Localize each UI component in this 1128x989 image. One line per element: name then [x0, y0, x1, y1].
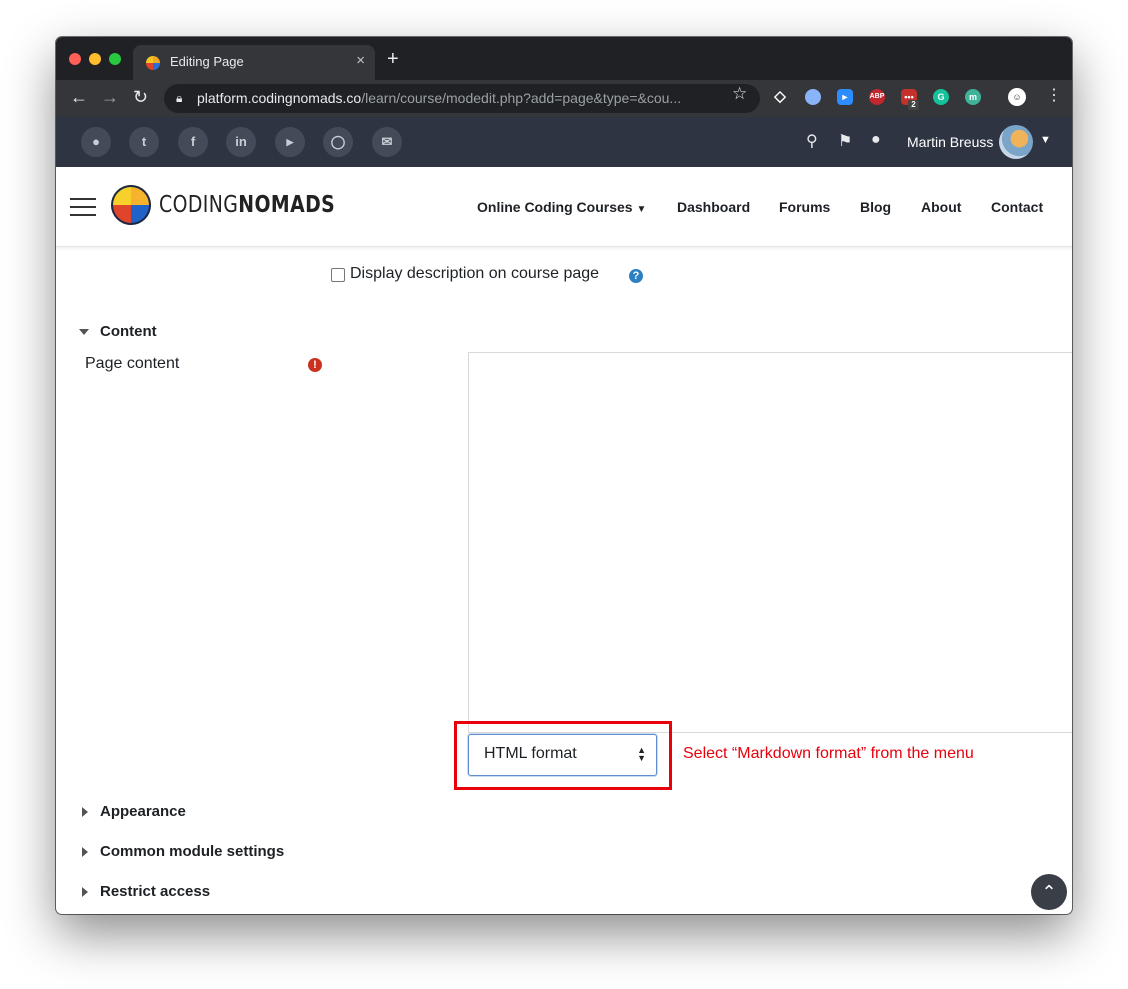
nav-dashboard[interactable]: Dashboard: [677, 199, 750, 215]
m-extension-icon[interactable]: m: [965, 89, 981, 105]
chevron-up-icon: ⌃: [1041, 882, 1057, 902]
restrict-access-caret-icon[interactable]: [82, 887, 88, 897]
tab-strip: Editing Page × +: [56, 37, 1072, 80]
extension-badge: 2: [908, 100, 919, 110]
instagram-icon[interactable]: ◯: [323, 127, 353, 157]
logo-text-light: CODING: [159, 192, 239, 218]
site-navbar: CODINGNOMADS Online Coding Courses ▼ Das…: [56, 167, 1072, 247]
nav-link-label: Online Coding Courses: [477, 199, 633, 215]
user-menu-caret-icon[interactable]: ▼: [1040, 134, 1051, 146]
close-window-button[interactable]: [69, 53, 81, 65]
nav-about[interactable]: About: [921, 199, 961, 215]
avatar[interactable]: [999, 125, 1033, 159]
tab-close-icon[interactable]: ×: [356, 52, 365, 69]
profile-icon[interactable]: ☺: [1008, 88, 1026, 106]
adblock-extension-icon[interactable]: ABP: [869, 89, 885, 105]
globe-icon[interactable]: ●: [81, 127, 111, 157]
minimize-window-button[interactable]: [89, 53, 101, 65]
tab-editing-page[interactable]: Editing Page ×: [133, 45, 375, 80]
youtube-icon[interactable]: ▶: [275, 127, 305, 157]
annotation-text: Select “Markdown format” from the menu: [683, 745, 974, 762]
display-description-label: Display description on course page: [350, 265, 600, 282]
back-icon[interactable]: ←: [70, 87, 88, 107]
annotation-highlight-box: [454, 721, 672, 790]
linkedin-icon[interactable]: in: [226, 127, 256, 157]
mail-icon[interactable]: ✉: [372, 127, 402, 157]
facebook-icon[interactable]: f: [178, 127, 208, 157]
zoom-extension-icon[interactable]: ►: [837, 89, 853, 105]
nav-blog[interactable]: Blog: [860, 199, 891, 215]
twitter-icon[interactable]: t: [129, 127, 159, 157]
bookmark-star-icon[interactable]: ☆: [732, 84, 747, 104]
maximize-window-button[interactable]: [109, 53, 121, 65]
content-section-caret-icon[interactable]: [79, 329, 89, 335]
appearance-caret-icon[interactable]: [82, 807, 88, 817]
browser-window: Editing Page × + ← → ↻ 🔒︎ platform.codin…: [56, 37, 1072, 914]
chat-icon[interactable]: ●: [871, 131, 881, 149]
page-content-editor[interactable]: [468, 352, 1072, 733]
tab-title: Editing Page: [170, 54, 244, 69]
restrict-access-section-header[interactable]: Restrict access: [100, 883, 210, 900]
favicon-icon: [146, 56, 160, 70]
ring-extension-icon[interactable]: [805, 89, 821, 105]
diamond-extension-icon[interactable]: ◇: [772, 89, 788, 105]
site-topbar: ● t f in ▶ ◯ ✉ ⚲ ⚑ ● Martin Breuss ▼: [56, 117, 1072, 167]
nav-online-coding-courses[interactable]: Online Coding Courses ▼: [477, 199, 646, 215]
codingnomads-logo-icon[interactable]: [111, 185, 151, 225]
url-path: /learn/course/modedit.php?add=page&type=…: [361, 90, 682, 106]
address-bar[interactable]: 🔒︎ platform.codingnomads.co/learn/course…: [164, 84, 760, 113]
url-text: platform.codingnomads.co/learn/course/mo…: [197, 90, 681, 106]
appearance-section-header[interactable]: Appearance: [100, 803, 186, 820]
site-logo-text[interactable]: CODINGNOMADS: [159, 192, 335, 218]
search-icon[interactable]: ⚲: [806, 131, 818, 151]
page-content-label: Page content: [85, 355, 180, 372]
help-icon[interactable]: ?: [629, 269, 643, 283]
nav-forums[interactable]: Forums: [779, 199, 830, 215]
nav-contact[interactable]: Contact: [991, 199, 1043, 215]
scroll-to-top-button[interactable]: ⌃: [1031, 874, 1067, 910]
grammarly-extension-icon[interactable]: G: [933, 89, 949, 105]
logo-text-bold: NOMADS: [238, 192, 336, 218]
reload-icon[interactable]: ↻: [133, 87, 148, 107]
common-module-settings-section-header[interactable]: Common module settings: [100, 843, 284, 860]
lock-icon: 🔒︎: [176, 91, 183, 105]
content-section-header[interactable]: Content: [100, 323, 157, 340]
required-icon: !: [308, 358, 322, 372]
common-module-settings-caret-icon[interactable]: [82, 847, 88, 857]
hamburger-menu-icon[interactable]: [70, 198, 96, 216]
user-name[interactable]: Martin Breuss: [907, 134, 993, 150]
browser-toolbar: ← → ↻ 🔒︎ platform.codingnomads.co/learn/…: [56, 80, 1072, 117]
url-host: platform.codingnomads.co: [197, 90, 362, 106]
new-tab-button[interactable]: +: [387, 49, 399, 69]
menu-kebab-icon[interactable]: ⋮: [1046, 86, 1062, 106]
display-description-checkbox[interactable]: [331, 268, 345, 282]
bell-icon[interactable]: ⚑: [838, 131, 852, 151]
nav-caret-icon: ▼: [636, 204, 647, 215]
forward-icon[interactable]: →: [101, 87, 119, 107]
